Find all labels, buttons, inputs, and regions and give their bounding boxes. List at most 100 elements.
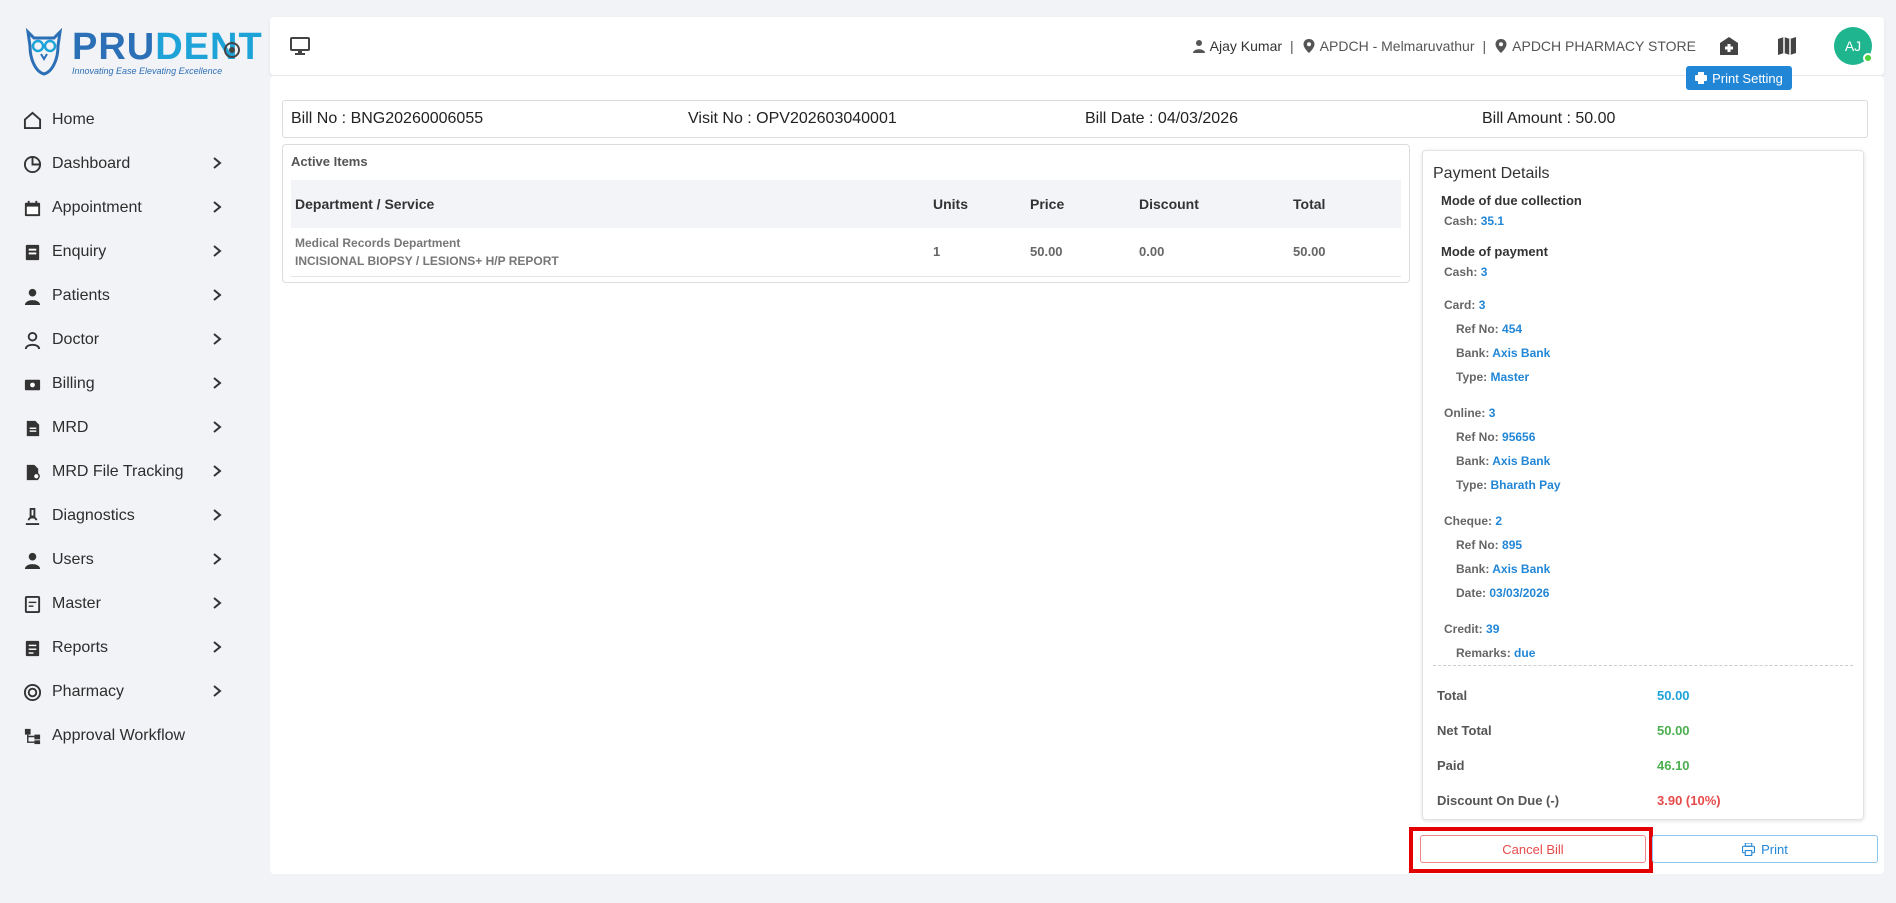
sidebar-item-mrd-file-tracking[interactable]: MRD File Tracking — [0, 450, 262, 494]
sidebar-item-label: Appointment — [52, 199, 142, 216]
sidebar-item-billing[interactable]: Billing — [0, 362, 262, 406]
person-icon — [22, 550, 42, 570]
sidebar-item-patients[interactable]: Patients — [0, 274, 262, 318]
avatar[interactable]: AJ — [1834, 27, 1873, 65]
billing-icon — [22, 374, 42, 394]
due-collection-heading: Mode of due collection — [1441, 193, 1582, 208]
chevron-right-icon — [213, 597, 222, 609]
sidebar-item-master[interactable]: Master — [0, 582, 262, 626]
bill-summary-bar: Bill No : BNG20260006055 Visit No : OPV2… — [282, 100, 1868, 138]
sidebar-item-users[interactable]: Users — [0, 538, 262, 582]
monitor-icon[interactable] — [290, 37, 310, 55]
calendar-icon — [22, 198, 42, 218]
cash-line: Cash: 3 — [1444, 265, 1488, 279]
cheque-ref-line: Ref No: 895 — [1456, 538, 1523, 552]
user-icon — [1192, 40, 1205, 53]
chevron-right-icon — [213, 289, 222, 301]
print-setting-button[interactable]: Print Setting — [1686, 66, 1792, 90]
chevron-right-icon — [213, 421, 222, 433]
sidebar-item-label: Patients — [52, 287, 110, 304]
sidebar-item-appointment[interactable]: Appointment — [0, 186, 262, 230]
sidebar-item-mrd[interactable]: MRD — [0, 406, 262, 450]
pharmacy-icon — [22, 682, 42, 702]
document-icon — [22, 418, 42, 438]
sidebar-item-reports[interactable]: Reports — [0, 626, 262, 670]
sidebar-item-label: MRD — [52, 419, 89, 436]
cancel-bill-button[interactable]: Cancel Bill — [1420, 835, 1646, 863]
main-content: Bill No : BNG20260006055 Visit No : OPV2… — [270, 76, 1884, 874]
map-icon[interactable] — [1776, 35, 1798, 57]
microscope-icon — [22, 506, 42, 526]
summary-discount-row: Discount On Due (-) 3.90 (10%) — [1437, 793, 1721, 808]
owl-logo-icon — [25, 27, 63, 76]
sidebar-item-dashboard[interactable]: Dashboard — [0, 142, 262, 186]
column-header: Price — [1026, 180, 1135, 228]
home-icon — [22, 110, 42, 130]
chevron-right-icon — [213, 553, 222, 565]
user-info: Ajay Kumar — [1192, 38, 1282, 54]
sidebar-toggle-icon[interactable] — [224, 42, 240, 58]
sidebar-nav: Home Dashboard Appointment Enquiry Patients D… — [0, 98, 262, 758]
separator: | — [1290, 38, 1294, 54]
payment-details-title: Payment Details — [1433, 165, 1550, 182]
sidebar-item-label: Billing — [52, 375, 95, 392]
sidebar-item-label: Dashboard — [52, 155, 131, 172]
doctor-icon — [22, 330, 42, 350]
cancel-bill-label: Cancel Bill — [1502, 841, 1564, 857]
units-cell: 1 — [929, 228, 1026, 277]
location-name: APDCH - Melmaruvathur — [1319, 38, 1475, 54]
cheque-line: Cheque: 2 — [1444, 514, 1503, 528]
chevron-right-icon — [213, 685, 222, 697]
price-cell: 50.00 — [1026, 228, 1135, 277]
payment-details-card: Payment Details Mode of due collection C… — [1422, 150, 1864, 820]
chevron-right-icon — [213, 465, 222, 477]
avatar-initials: AJ — [1844, 38, 1862, 54]
print-button[interactable]: Print — [1652, 835, 1878, 863]
sidebar-item-pharmacy[interactable]: Pharmacy — [0, 670, 262, 714]
online-ref-line: Ref No: 95656 — [1456, 430, 1536, 444]
user-name: Ajay Kumar — [1209, 38, 1283, 54]
hospital-icon[interactable] — [1718, 35, 1740, 57]
bill-number: Bill No : BNG20260006055 — [291, 110, 484, 127]
total-cell: 50.00 — [1289, 228, 1401, 277]
visit-number: Visit No : OPV202603040001 — [688, 110, 897, 127]
credit-line: Credit: 39 — [1444, 622, 1500, 636]
enquiry-icon — [22, 242, 42, 262]
chevron-right-icon — [213, 377, 222, 389]
chevron-right-icon — [213, 509, 222, 521]
brand-tagline: Innovating Ease Elevating Excellence — [72, 66, 223, 76]
brand-logo[interactable]: PRUDENT Innovating Ease Elevating Excell… — [24, 26, 262, 78]
online-line: Online: 3 — [1444, 406, 1496, 420]
bill-amount: Bill Amount : 50.00 — [1482, 110, 1616, 127]
online-status-dot — [1863, 53, 1873, 63]
sidebar-item-label: Master — [52, 595, 101, 612]
column-header: Total — [1289, 180, 1401, 228]
department-name: Medical Records Department — [295, 235, 461, 250]
sidebar-item-doctor[interactable]: Doctor — [0, 318, 262, 362]
store-name: APDCH PHARMACY STORE — [1512, 38, 1696, 54]
file-tracking-icon — [22, 462, 42, 482]
sidebar-item-diagnostics[interactable]: Diagnostics — [0, 494, 262, 538]
location-info: APDCH - Melmaruvathur — [1302, 38, 1475, 54]
discount-cell: 0.00 — [1135, 228, 1289, 277]
print-setting-label: Print Setting — [1712, 70, 1783, 86]
sidebar-item-label: Home — [52, 111, 95, 128]
remarks-line: Remarks: due — [1456, 646, 1536, 660]
sidebar-item-home[interactable]: Home — [0, 98, 262, 142]
sidebar-item-approval-workflow[interactable]: Approval Workflow — [0, 714, 262, 758]
summary-divider — [1433, 665, 1853, 666]
master-icon — [22, 594, 42, 614]
sidebar-item-label: Approval Workflow — [52, 727, 186, 744]
sidebar-item-enquiry[interactable]: Enquiry — [0, 230, 262, 274]
cheque-bank-line: Bank: Axis Bank — [1456, 562, 1551, 576]
due-cash-line: Cash: 35.1 — [1444, 214, 1505, 228]
person-icon — [22, 286, 42, 306]
table-row: Medical Records Department INCISIONAL BI… — [291, 228, 1401, 277]
chevron-right-icon — [213, 201, 222, 213]
card-ref-line: Ref No: 454 — [1456, 322, 1523, 336]
chevron-right-icon — [213, 333, 222, 345]
session-info: Ajay Kumar | APDCH - Melmaruvathur | APD… — [1192, 38, 1696, 54]
column-header: Discount — [1135, 180, 1289, 228]
sidebar: PRUDENT Innovating Ease Elevating Excell… — [0, 0, 262, 903]
sidebar-item-label: Enquiry — [52, 243, 107, 260]
